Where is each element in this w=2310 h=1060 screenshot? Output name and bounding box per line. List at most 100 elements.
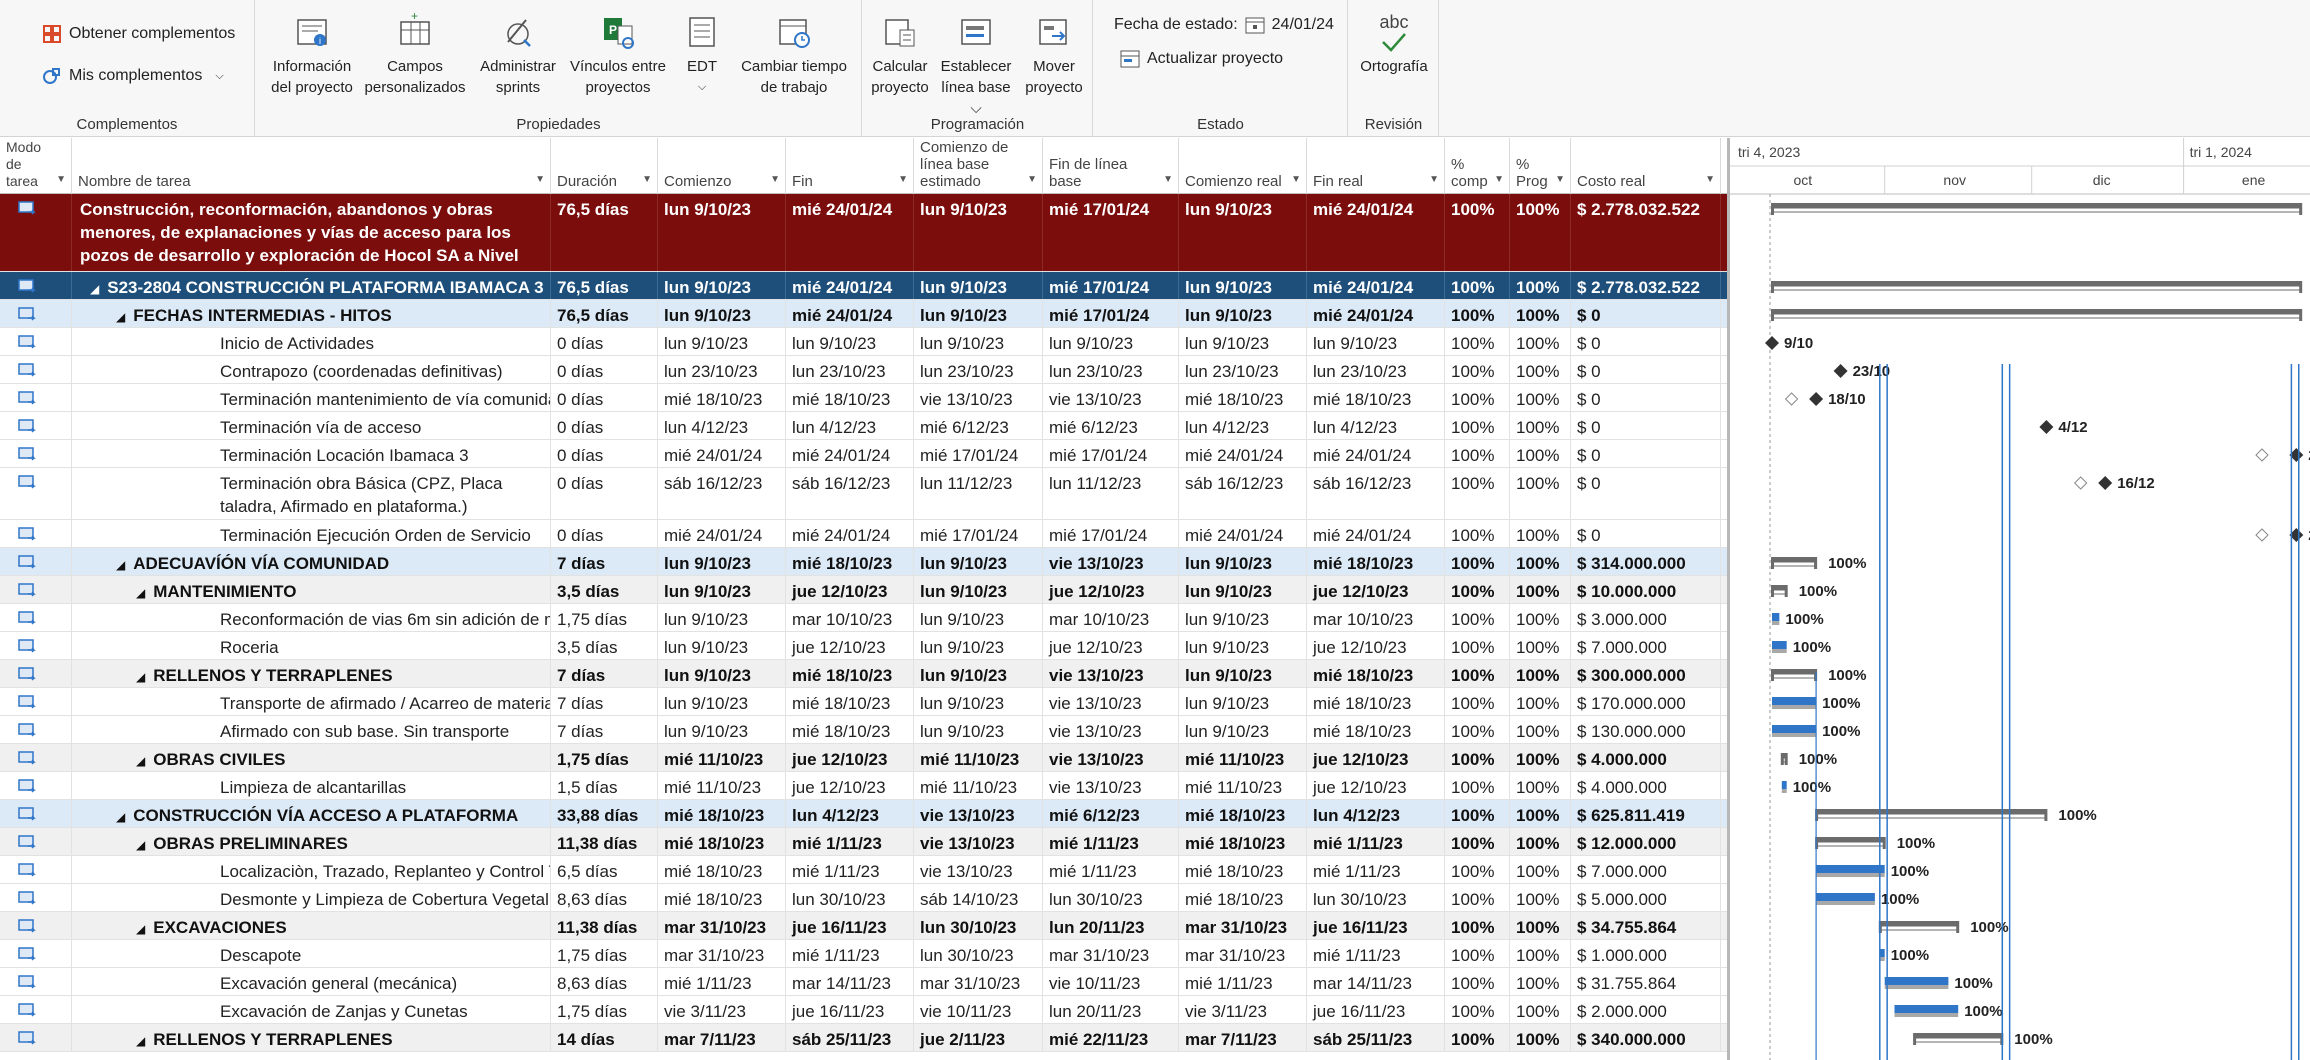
task-name-cell[interactable]: Reconformación de vias 6m sin adición de… xyxy=(72,604,551,631)
task-finish-cell[interactable]: mar 10/10/23 xyxy=(786,604,914,631)
task-dur-cell[interactable]: 7 días xyxy=(551,548,658,575)
table-row[interactable]: Terminación mantenimiento de vía comunid… xyxy=(0,384,1727,412)
task-mode-cell[interactable] xyxy=(0,744,72,771)
task-cost-cell[interactable]: $ 34.755.864 xyxy=(1571,912,1721,939)
task-dur-cell[interactable]: 0 días xyxy=(551,328,658,355)
task-finish-cell[interactable]: mié 18/10/23 xyxy=(786,716,914,743)
task-act-finish-cell[interactable]: sáb 16/12/23 xyxy=(1307,468,1445,519)
task-act-start-cell[interactable]: mié 11/10/23 xyxy=(1179,772,1307,799)
task-bl-finish-cell[interactable]: mié 6/12/23 xyxy=(1043,412,1179,439)
task-bl-finish-cell[interactable]: mié 17/01/24 xyxy=(1043,272,1179,299)
task-finish-cell[interactable]: mié 18/10/23 xyxy=(786,548,914,575)
task-bl-start-cell[interactable]: vie 13/10/23 xyxy=(914,856,1043,883)
task-start-cell[interactable]: lun 9/10/23 xyxy=(658,194,786,271)
task-start-cell[interactable]: lun 9/10/23 xyxy=(658,272,786,299)
table-row[interactable]: Desmonte y Limpieza de Cobertura Vegetal… xyxy=(0,884,1727,912)
task-comp-cell[interactable]: 100% xyxy=(1445,328,1510,355)
task-prog-cell[interactable]: 100% xyxy=(1510,356,1571,383)
task-bl-start-cell[interactable]: lun 9/10/23 xyxy=(914,300,1043,327)
task-start-cell[interactable]: lun 9/10/23 xyxy=(658,632,786,659)
task-act-start-cell[interactable]: lun 9/10/23 xyxy=(1179,548,1307,575)
task-act-finish-cell[interactable]: mar 14/11/23 xyxy=(1307,968,1445,995)
task-act-finish-cell[interactable]: lun 4/12/23 xyxy=(1307,412,1445,439)
task-finish-cell[interactable]: mié 18/10/23 xyxy=(786,688,914,715)
task-bl-finish-cell[interactable]: mié 1/11/23 xyxy=(1043,856,1179,883)
task-dur-cell[interactable]: 0 días xyxy=(551,520,658,547)
establecer-linea-base-button[interactable]: Establecer línea base ⌵ xyxy=(935,12,1017,119)
task-cost-cell[interactable]: $ 130.000.000 xyxy=(1571,716,1721,743)
task-act-start-cell[interactable]: lun 9/10/23 xyxy=(1179,716,1307,743)
task-mode-cell[interactable] xyxy=(0,688,72,715)
informacion-proyecto-button[interactable]: i Información del proyecto xyxy=(266,12,358,98)
col-header-duracion[interactable]: Duración ▼ xyxy=(551,138,658,194)
table-row[interactable]: Localizaciòn, Trazado, Replanteo y Contr… xyxy=(0,856,1727,884)
task-comp-cell[interactable]: 100% xyxy=(1445,856,1510,883)
table-row[interactable]: ◢ FECHAS INTERMEDIAS - HITOS 76,5 días lun … xyxy=(0,300,1727,328)
task-mode-cell[interactable] xyxy=(0,940,72,967)
task-name-cell[interactable]: Contrapozo (coordenadas definitivas) xyxy=(72,356,551,383)
task-bl-start-cell[interactable]: lun 9/10/23 xyxy=(914,328,1043,355)
task-prog-cell[interactable]: 100% xyxy=(1510,604,1571,631)
table-row[interactable]: Inicio de Actividades 0 días lun 9/10/23 lu… xyxy=(0,328,1727,356)
task-finish-cell[interactable]: mié 24/01/24 xyxy=(786,272,914,299)
task-dur-cell[interactable]: 11,38 días xyxy=(551,828,658,855)
task-cost-cell[interactable]: $ 300.000.000 xyxy=(1571,660,1721,687)
task-mode-cell[interactable] xyxy=(0,548,72,575)
task-cost-cell[interactable]: $ 2.000.000 xyxy=(1571,996,1721,1023)
task-mode-cell[interactable] xyxy=(0,1024,72,1051)
task-bl-finish-cell[interactable]: jue 12/10/23 xyxy=(1043,632,1179,659)
cambiar-tiempo-button[interactable]: Cambiar tiempo de trabajo xyxy=(734,12,854,98)
task-bl-finish-cell[interactable]: vie 13/10/23 xyxy=(1043,772,1179,799)
task-bl-finish-cell[interactable]: mié 17/01/24 xyxy=(1043,300,1179,327)
task-act-start-cell[interactable]: mié 24/01/24 xyxy=(1179,520,1307,547)
table-row[interactable]: Limpieza de alcantarillas 1,5 días mié 11/… xyxy=(0,772,1727,800)
task-act-finish-cell[interactable]: mié 24/01/24 xyxy=(1307,440,1445,467)
task-finish-cell[interactable]: jue 12/10/23 xyxy=(786,772,914,799)
task-dur-cell[interactable]: 0 días xyxy=(551,412,658,439)
task-dur-cell[interactable]: 76,5 días xyxy=(551,300,658,327)
task-name-cell[interactable]: ◢ OBRAS PRELIMINARES xyxy=(72,828,551,855)
table-row[interactable]: ◢ S23-2804 CONSTRUCCIÓN PLATAFORMA IBAMAC… xyxy=(0,272,1727,300)
table-row[interactable]: Terminación Ejecución Orden de Servicio 0… xyxy=(0,520,1727,548)
task-bl-start-cell[interactable]: mar 31/10/23 xyxy=(914,968,1043,995)
table-row[interactable]: ◢ ADECUAVÍÓN VÍA COMUNIDAD 7 días lun 9/10/… xyxy=(0,548,1727,576)
task-prog-cell[interactable]: 100% xyxy=(1510,412,1571,439)
task-finish-cell[interactable]: jue 16/11/23 xyxy=(786,912,914,939)
task-cost-cell[interactable]: $ 12.000.000 xyxy=(1571,828,1721,855)
task-name-cell[interactable]: Inicio de Actividades xyxy=(72,328,551,355)
task-prog-cell[interactable]: 100% xyxy=(1510,828,1571,855)
task-comp-cell[interactable]: 100% xyxy=(1445,800,1510,827)
task-start-cell[interactable]: sáb 16/12/23 xyxy=(658,468,786,519)
task-finish-cell[interactable]: mié 1/11/23 xyxy=(786,856,914,883)
task-name-cell[interactable]: ◢ MANTENIMIENTO xyxy=(72,576,551,603)
task-act-finish-cell[interactable]: jue 12/10/23 xyxy=(1307,576,1445,603)
task-bl-finish-cell[interactable]: lun 20/11/23 xyxy=(1043,996,1179,1023)
task-name-cell[interactable]: Construcción, reconformación, abandonos … xyxy=(72,194,551,271)
task-bl-start-cell[interactable]: mié 11/10/23 xyxy=(914,772,1043,799)
task-dur-cell[interactable]: 0 días xyxy=(551,440,658,467)
collapse-triangle-icon[interactable]: ◢ xyxy=(116,558,125,572)
task-act-start-cell[interactable]: lun 9/10/23 xyxy=(1179,688,1307,715)
task-finish-cell[interactable]: mar 14/11/23 xyxy=(786,968,914,995)
task-comp-cell[interactable]: 100% xyxy=(1445,468,1510,519)
task-prog-cell[interactable]: 100% xyxy=(1510,300,1571,327)
task-act-start-cell[interactable]: mié 18/10/23 xyxy=(1179,884,1307,911)
task-cost-cell[interactable]: $ 0 xyxy=(1571,468,1721,519)
task-bl-start-cell[interactable]: vie 13/10/23 xyxy=(914,828,1043,855)
task-cost-cell[interactable]: $ 4.000.000 xyxy=(1571,772,1721,799)
task-comp-cell[interactable]: 100% xyxy=(1445,968,1510,995)
task-name-cell[interactable]: Terminación obra Básica (CPZ, Placa tala… xyxy=(72,468,551,519)
task-name-cell[interactable]: ◢ FECHAS INTERMEDIAS - HITOS xyxy=(72,300,551,327)
task-finish-cell[interactable]: mié 24/01/24 xyxy=(786,300,914,327)
task-comp-cell[interactable]: 100% xyxy=(1445,744,1510,771)
task-bl-start-cell[interactable]: lun 30/10/23 xyxy=(914,912,1043,939)
table-row[interactable]: Terminación vía de acceso 0 días lun 4/12/… xyxy=(0,412,1727,440)
task-prog-cell[interactable]: 100% xyxy=(1510,744,1571,771)
col-header-comienzo-real[interactable]: Comienzo real ▼ xyxy=(1179,138,1307,194)
task-name-cell[interactable]: Terminación Ejecución Orden de Servicio xyxy=(72,520,551,547)
task-start-cell[interactable]: lun 9/10/23 xyxy=(658,660,786,687)
task-name-cell[interactable]: Terminación mantenimiento de vía comunid… xyxy=(72,384,551,411)
task-comp-cell[interactable]: 100% xyxy=(1445,884,1510,911)
col-header-modo[interactable]: Modo de tarea ▼ xyxy=(0,138,72,194)
task-bl-start-cell[interactable]: mié 11/10/23 xyxy=(914,744,1043,771)
